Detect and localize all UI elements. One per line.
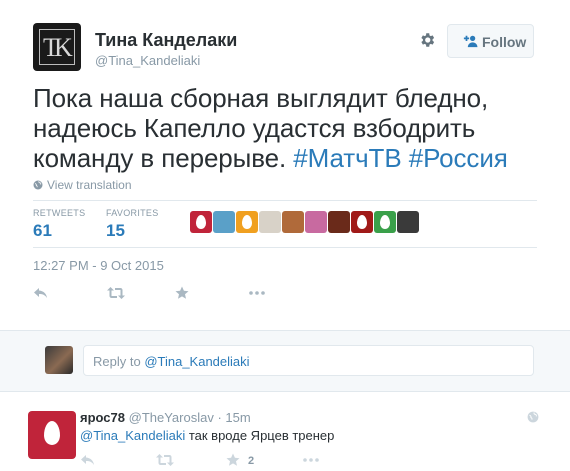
hashtag-russia[interactable]: #Россия: [409, 143, 508, 173]
reply-input[interactable]: Reply to @Tina_Kandeliaki: [83, 345, 534, 376]
favoriter-avatar[interactable]: [305, 211, 327, 233]
reply-author-name[interactable]: ярос78: [80, 410, 125, 425]
tweet-timestamp[interactable]: 12:27 PM - 9 Oct 2015: [33, 258, 164, 273]
reply-text: @Tina_Kandeliaki так вроде Ярцев тренер: [80, 428, 334, 443]
favorite-icon[interactable]: [226, 453, 240, 467]
favoriter-avatar[interactable]: [397, 211, 419, 233]
more-icon[interactable]: [302, 453, 320, 467]
author-username[interactable]: @Tina_Kandeliaki: [95, 53, 200, 68]
reply-icon[interactable]: [33, 286, 49, 300]
favoriter-avatar[interactable]: [213, 211, 235, 233]
avatar[interactable]: T K: [33, 23, 81, 71]
hashtag-matchtv[interactable]: #МатчТВ: [293, 143, 401, 173]
reply-placeholder-prefix: Reply to: [93, 354, 145, 369]
avatar-logo: T K: [39, 29, 75, 65]
egg-avatar: [242, 215, 252, 229]
globe-icon: [33, 180, 43, 190]
retweets-label: RETWEETS: [33, 208, 86, 218]
reply-favorite-count: 2: [248, 455, 255, 467]
reply-placeholder-mention: @Tina_Kandeliaki: [144, 354, 250, 369]
view-translation-link[interactable]: View translation: [33, 178, 132, 192]
follow-button[interactable]: Follow: [447, 24, 534, 58]
favoriter-avatar[interactable]: [236, 211, 258, 233]
retweet-icon[interactable]: [107, 286, 125, 300]
reply-author-handle[interactable]: @TheYaroslav · 15m: [129, 410, 251, 425]
favoriter-avatar[interactable]: [328, 211, 350, 233]
favoriter-avatar[interactable]: [190, 211, 212, 233]
follow-user-icon: [463, 35, 478, 48]
tweet: T K Тина Канделаки @Tina_Kandeliaki Foll…: [0, 0, 570, 330]
gear-icon[interactable]: [418, 31, 436, 49]
tweet-text: Пока наша сборная выглядит бледно, надею…: [33, 83, 533, 173]
globe-icon[interactable]: [527, 411, 539, 423]
more-icon[interactable]: [248, 286, 266, 300]
retweets-stat[interactable]: RETWEETS 61: [33, 208, 85, 241]
favorites-stat[interactable]: FAVORITES 15: [106, 208, 159, 241]
divider: [33, 247, 537, 248]
favoriter-avatar[interactable]: [259, 211, 281, 233]
favorites-label: FAVORITES: [106, 208, 159, 218]
favoriter-avatar[interactable]: [351, 211, 373, 233]
egg-avatar: [380, 215, 390, 229]
reply-text-body: так вроде Ярцев тренер: [185, 428, 335, 443]
follow-button-label: Follow: [482, 34, 527, 50]
avatar-letter-right: K: [54, 33, 73, 62]
egg-avatar: [357, 215, 367, 229]
reply-author-avatar[interactable]: [28, 411, 76, 459]
view-translation-label: View translation: [47, 178, 132, 192]
egg-avatar: [196, 215, 206, 229]
favorite-icon[interactable]: [175, 286, 189, 300]
retweet-icon[interactable]: [156, 453, 174, 467]
reply-author[interactable]: ярос78 @TheYaroslav · 15m: [80, 410, 251, 425]
reply-icon[interactable]: [80, 453, 96, 467]
current-user-avatar: [45, 346, 73, 374]
egg-avatar: [44, 421, 60, 445]
favoriter-avatar[interactable]: [282, 211, 304, 233]
favoriter-avatar[interactable]: [374, 211, 396, 233]
divider: [33, 200, 537, 201]
favorites-count: 15: [106, 221, 125, 240]
author-fullname[interactable]: Тина Канделаки: [95, 30, 237, 51]
reply-mention[interactable]: @Tina_Kandeliaki: [80, 428, 185, 443]
retweets-count: 61: [33, 221, 52, 240]
